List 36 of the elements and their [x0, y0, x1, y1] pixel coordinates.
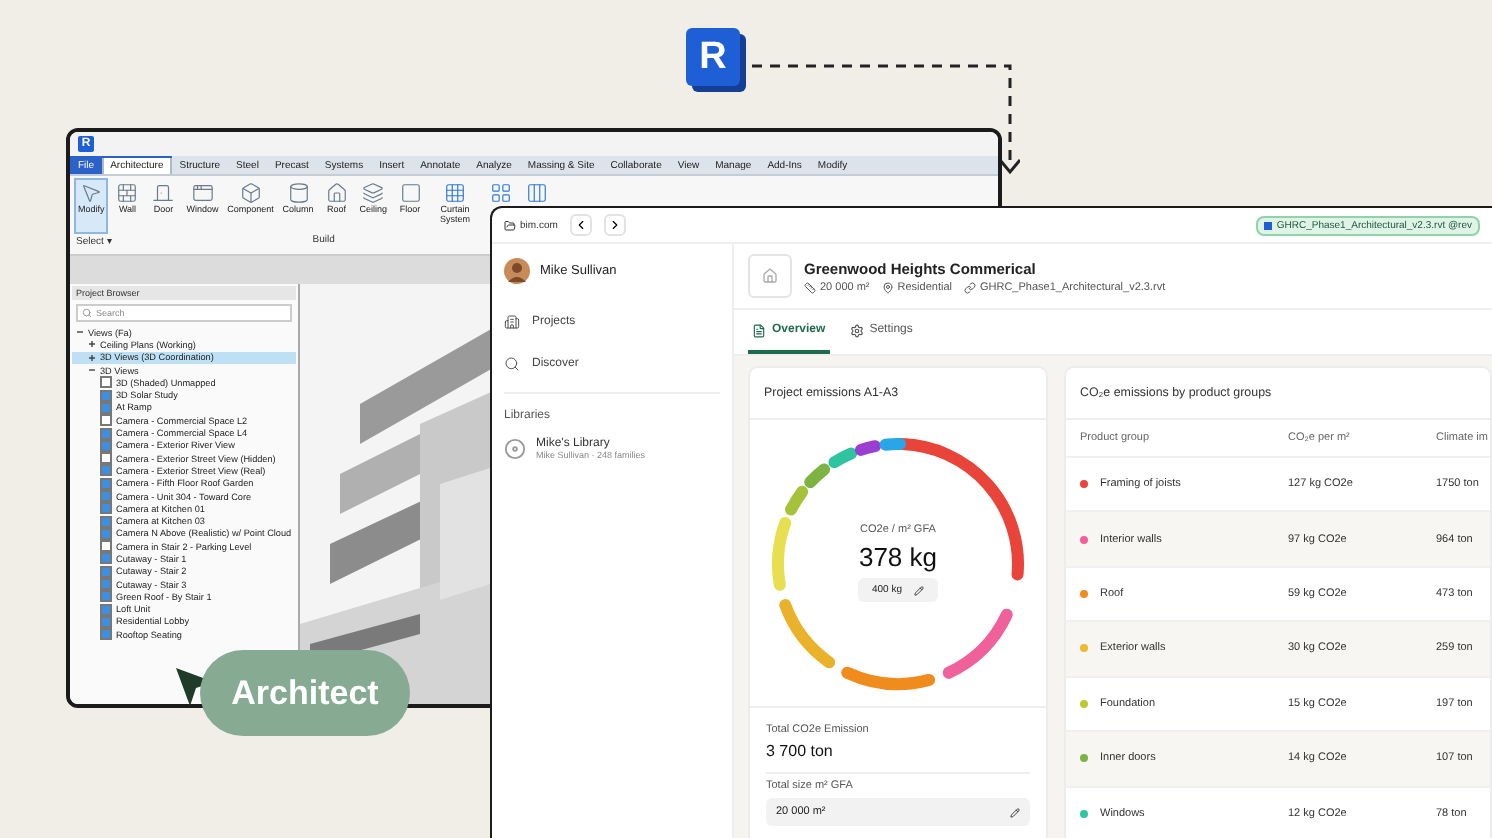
columns-icon	[525, 182, 548, 204]
column-icon	[287, 182, 310, 204]
library-icon	[504, 438, 526, 460]
grid-icon	[444, 182, 467, 204]
ceiling-icon	[362, 182, 385, 204]
pin-icon	[881, 281, 894, 293]
pencil-icon	[914, 585, 924, 595]
forward-button[interactable]	[603, 214, 626, 236]
chevron-right-icon	[607, 218, 622, 232]
grid-icon	[489, 182, 512, 204]
stat-value: 3 700 ton	[766, 742, 1030, 774]
expand-icon[interactable]	[88, 340, 96, 349]
chevron-left-icon	[573, 218, 588, 232]
search-icon	[82, 308, 92, 318]
back-button[interactable]	[569, 214, 592, 236]
document-icon	[752, 323, 766, 337]
floor-icon	[399, 182, 422, 204]
gauge-value: 378 kg	[858, 542, 938, 572]
link-icon	[963, 281, 976, 293]
door-icon	[152, 182, 175, 204]
settings-icon	[849, 323, 864, 337]
window-icon	[191, 182, 214, 204]
folder-icon	[504, 219, 516, 231]
logo: R	[686, 28, 740, 86]
pointer-icon	[80, 182, 103, 204]
wall-icon	[116, 182, 139, 204]
house-icon	[762, 268, 778, 284]
search-icon	[504, 355, 520, 371]
roof-icon	[325, 182, 348, 204]
pencil-icon	[1010, 807, 1020, 817]
building-icon	[504, 313, 520, 329]
role-badge: Architect	[200, 650, 410, 736]
box-icon	[239, 182, 262, 204]
ruler-icon	[804, 281, 816, 293]
expand-icon[interactable]	[88, 353, 96, 362]
avatar	[504, 258, 530, 284]
